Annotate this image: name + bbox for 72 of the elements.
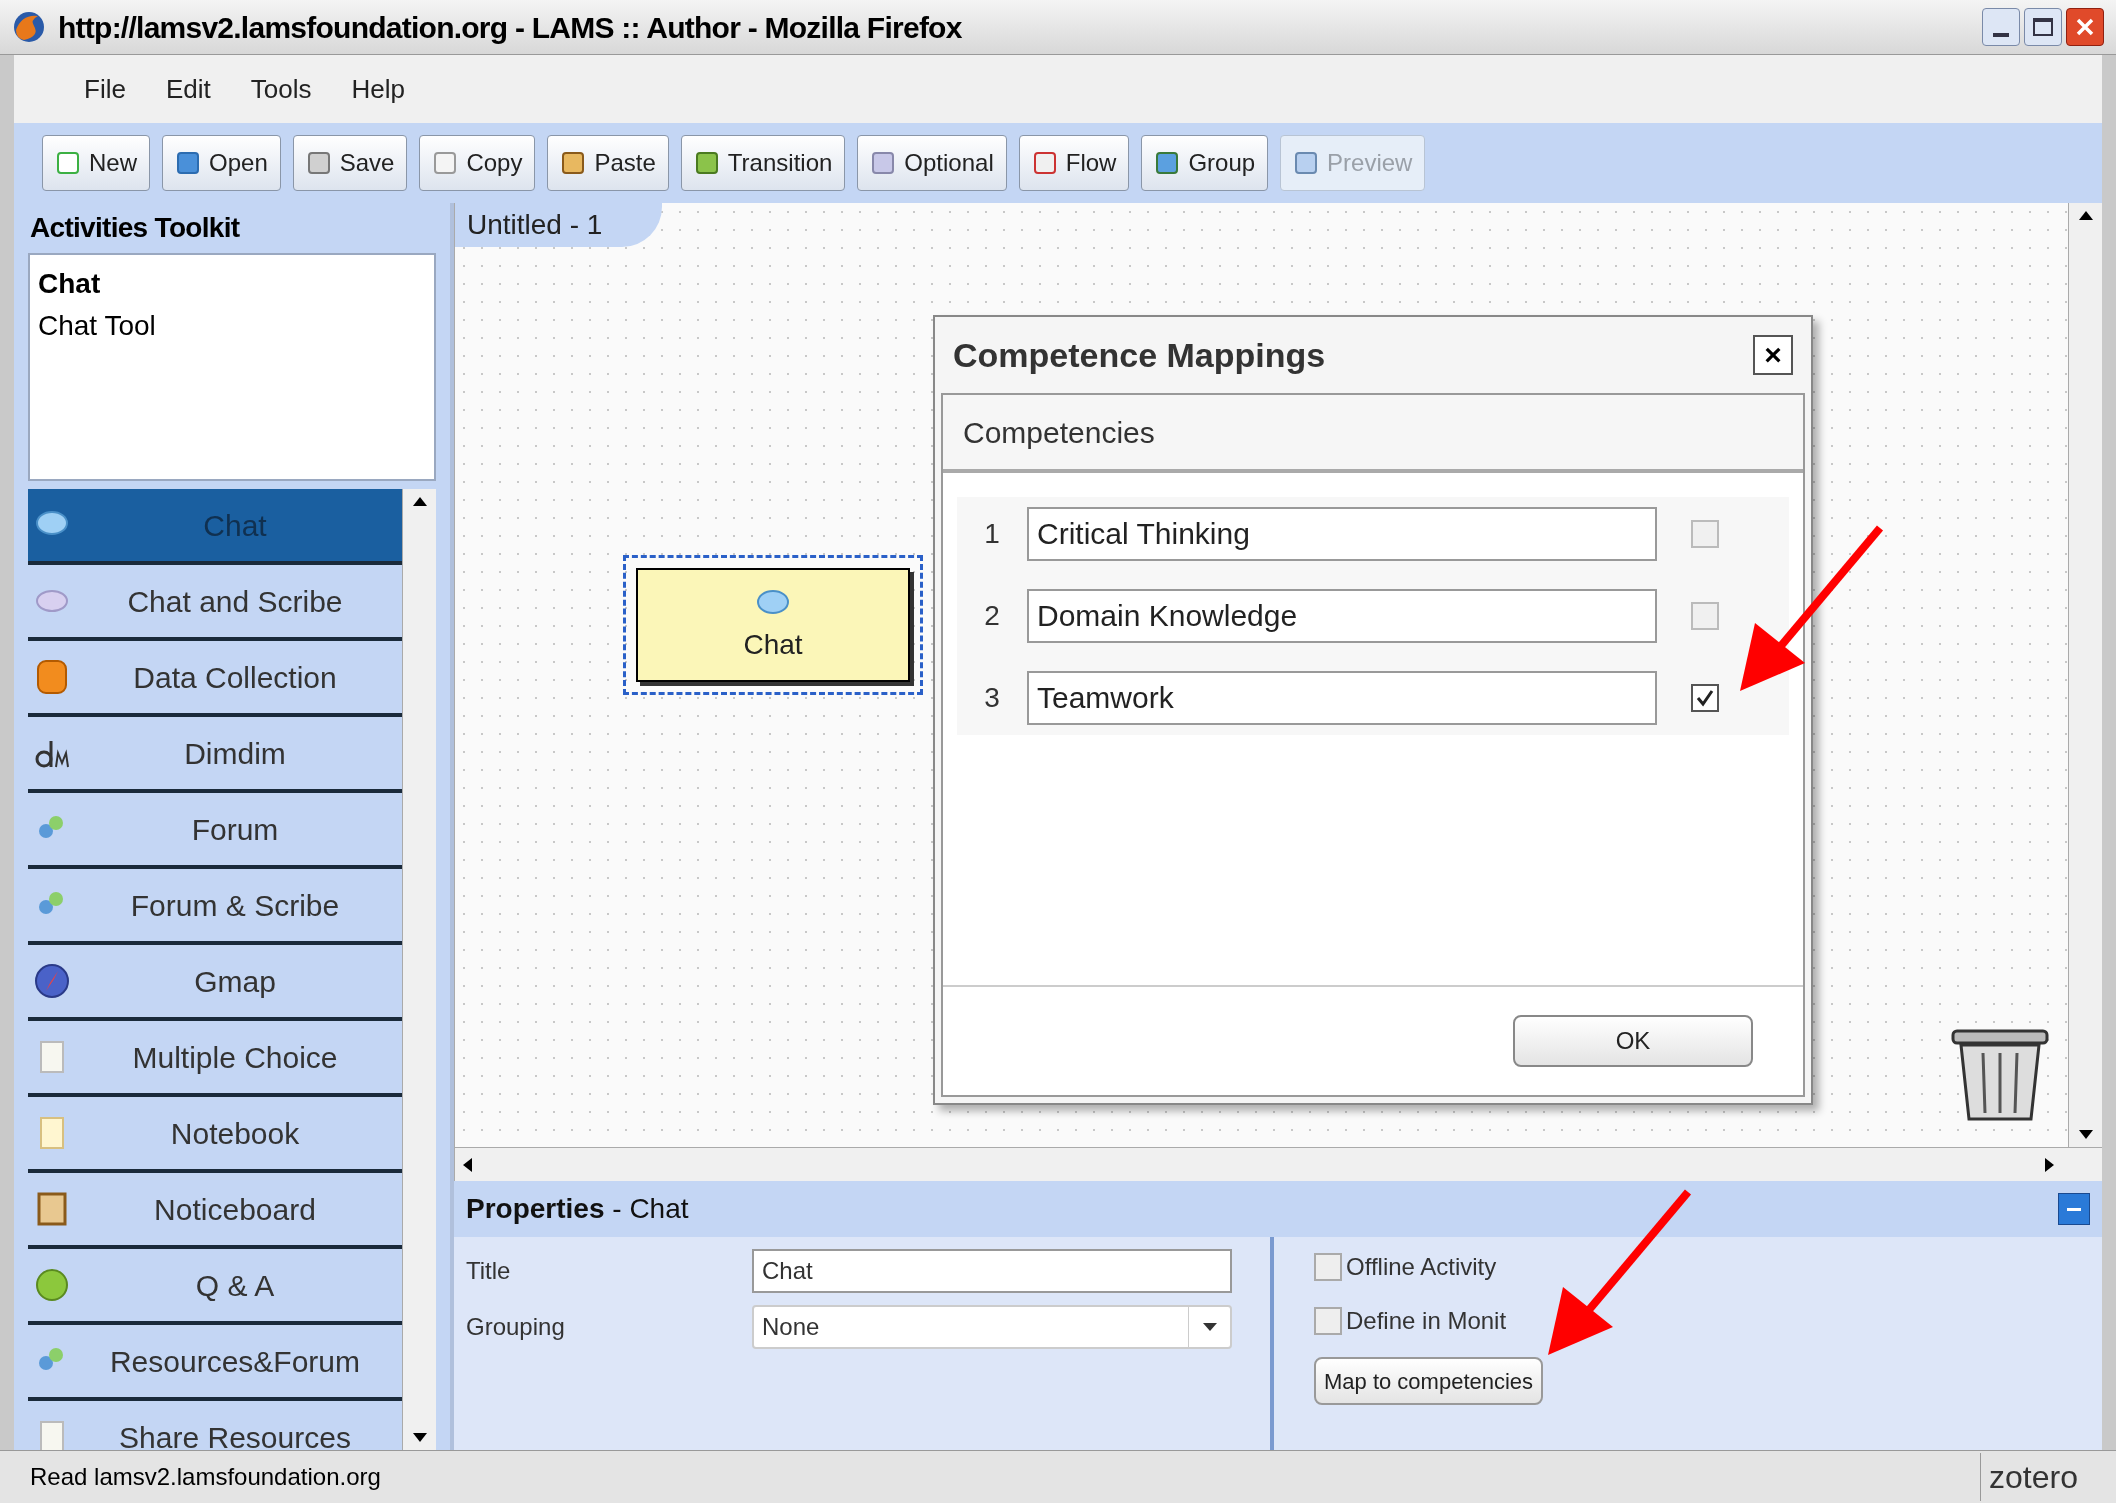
activity-label: Multiple Choice [131,1039,339,1076]
activity-label: Chat [202,507,268,544]
toolbar-button[interactable]: Optional [857,135,1007,191]
checkmark-icon [1695,688,1715,708]
competency-field[interactable]: Critical Thinking [1027,507,1657,561]
toolbar-button[interactable]: Open [162,135,281,191]
activity-info-title: Chat [38,267,101,301]
checkbox[interactable] [1691,520,1719,548]
activity-label: Forum [190,811,280,848]
toolbar-button[interactable]: Paste [547,135,669,191]
maximize-button[interactable] [2024,8,2062,46]
toolbar-button[interactable]: Save [292,135,408,191]
activity-label: Share Resources [118,1419,352,1450]
activity-label: Resources&Forum [108,1343,362,1380]
title-field[interactable]: Chat [752,1249,1232,1293]
scroll-up-icon [412,497,427,506]
toolkit-title: Activities Toolkit [29,211,241,245]
activity-info-text: Chat Tool [38,309,156,343]
zotero-badge[interactable]: zotero [1980,1453,2086,1501]
activity-label: Chat and Scribe [126,583,344,620]
toolbar-button[interactable]: Flow [1018,135,1130,191]
activity-label: Noticeboard [153,1191,317,1228]
map-competencies-button[interactable]: Map to competencies [1314,1357,1544,1405]
window-title: http://lamsv2.lamsfoundation.org - LAMS :: Author - Mozilla Firefox [58,9,962,46]
collapse-icon[interactable] [2058,1193,2090,1225]
checkbox[interactable] [1691,684,1719,712]
menu-item[interactable]: File [84,69,126,109]
section-header: Competencies [943,395,1803,473]
close-icon [2075,17,2095,37]
activity-label: Forum & Scribe [129,887,341,924]
activity-label: Notebook [169,1115,301,1152]
checkbox[interactable] [1691,602,1719,630]
row-number: 3 [983,681,1001,715]
competency-field[interactable]: Domain Knowledge [1027,589,1657,643]
menu-item[interactable]: Help [351,69,405,109]
field-label: Title [466,1256,512,1286]
activity-label: Data Collection [132,659,338,696]
toolbar-button[interactable]: Copy [419,135,536,191]
row-number: 1 [983,517,1001,551]
caret-icon [1202,1323,1217,1331]
browser-logo-icon [12,10,46,44]
toolbar-button[interactable]: Transition [680,135,846,191]
option-label: Define in Monit [1346,1306,1507,1336]
row-number: 2 [983,599,1001,633]
canvas-tab[interactable]: Untitled - 1 [455,203,663,247]
properties-title: Properties - Chat [466,1192,689,1226]
scroll-left-icon [463,1157,472,1172]
maximize-icon [2033,18,2053,36]
grouping-dropdown[interactable]: None [752,1305,1232,1349]
ok-button[interactable]: OK [1513,1015,1753,1067]
option-label: Offline Activity [1346,1252,1497,1282]
activity-node[interactable]: Chat [623,555,923,695]
menu-item[interactable]: Tools [250,69,312,109]
scroll-right-icon [2045,1157,2054,1172]
toolbar-button[interactable]: New [42,135,150,191]
checkbox[interactable] [1314,1307,1342,1335]
activity-label: Q & A [194,1267,276,1304]
activity-label: Gmap [193,963,277,1000]
activity-label: Dimdim [183,735,287,772]
checkbox[interactable] [1314,1253,1342,1281]
activity-node-label: Chat [743,628,803,662]
field-label: Grouping [466,1312,566,1342]
minimize-icon [1993,33,2009,37]
status-text: Read lamsv2.lamsfoundation.org [30,1462,381,1492]
scroll-up-icon [2078,211,2093,220]
close-button[interactable] [2066,8,2104,46]
competency-field[interactable]: Teamwork [1027,671,1657,725]
dialog-title: Competence Mappings [953,334,1326,376]
close-button[interactable]: × [1753,335,1793,375]
menu-item[interactable]: Edit [165,69,211,109]
toolbar-button[interactable]: Group [1141,135,1269,191]
minimize-button[interactable] [1982,8,2020,46]
